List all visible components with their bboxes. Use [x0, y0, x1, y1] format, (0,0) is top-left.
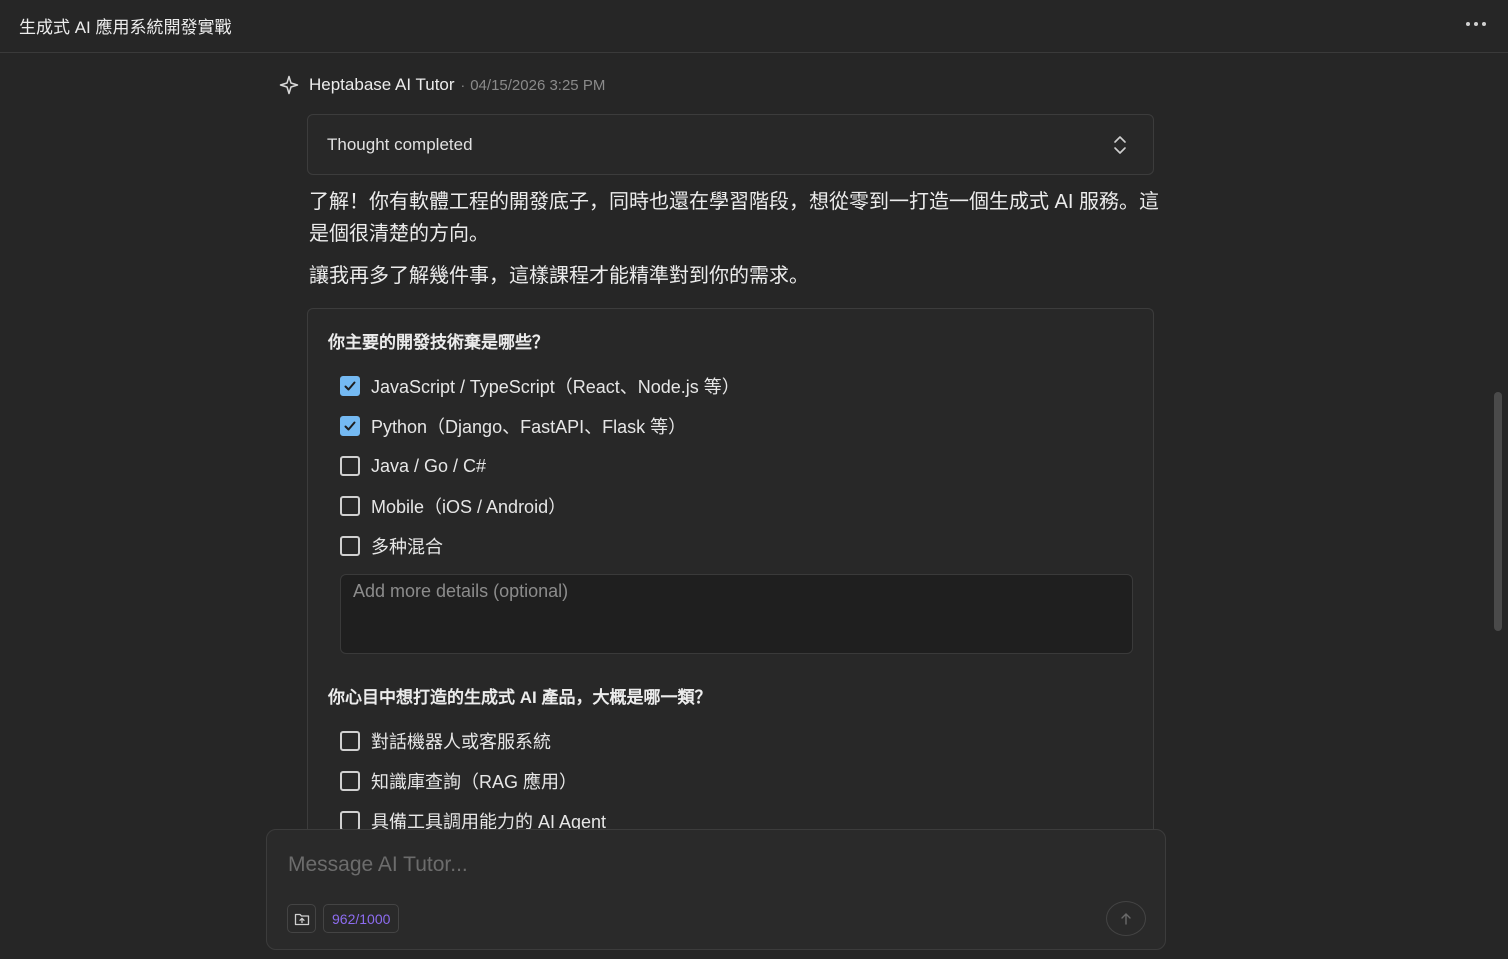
meta-separator: ·: [460, 77, 466, 93]
arrow-up-icon: [1121, 912, 1131, 925]
details-textarea[interactable]: [340, 574, 1133, 654]
top-bar: 生成式 AI 應用系統開發實戰: [0, 0, 1508, 53]
checkbox[interactable]: [340, 536, 360, 556]
more-horizontal-icon-dot: [1482, 22, 1486, 26]
option-rag[interactable]: 知識庫查詢（RAG 應用）: [340, 769, 577, 793]
checkmark-icon: [344, 381, 356, 391]
checkmark-icon: [344, 421, 356, 431]
thought-toggle[interactable]: Thought completed: [307, 114, 1154, 175]
message-header: Heptabase AI Tutor · 04/15/2026 3:25 PM: [279, 72, 605, 98]
option-mobile[interactable]: Mobile（iOS / Android）: [340, 494, 566, 518]
checkbox[interactable]: [340, 771, 360, 791]
question-form: 你主要的開發技術棄是哪些？ JavaScript / TypeScript（Re…: [307, 308, 1154, 848]
more-horizontal-icon-dot: [1474, 22, 1478, 26]
attach-button[interactable]: [287, 904, 316, 933]
option-label: Python（Django、FastAPI、Flask 等）: [371, 417, 687, 437]
sparkle-icon: [279, 75, 299, 95]
checkbox-checked[interactable]: [340, 416, 360, 436]
page-title: 生成式 AI 應用系統開發實戰: [19, 18, 232, 37]
more-options-button[interactable]: [1462, 14, 1490, 34]
message-paragraph: 讓我再多了解幾件事，這樣課程才能精準對到你的需求。: [309, 265, 809, 287]
option-java-go-csharp[interactable]: Java / Go / C#: [340, 454, 486, 478]
char-counter: 962/1000: [323, 904, 400, 933]
checkbox[interactable]: [340, 496, 360, 516]
message-timestamp: 04/15/2026 3:25 PM: [470, 76, 606, 94]
message-author: Heptabase AI Tutor: [309, 75, 455, 94]
option-javascript[interactable]: JavaScript / TypeScript（React、Node.js 等）: [340, 374, 740, 398]
checkbox[interactable]: [340, 811, 360, 831]
message-input[interactable]: [288, 850, 1108, 880]
option-label: 知識庫查詢（RAG 應用）: [371, 772, 578, 792]
checkbox[interactable]: [340, 731, 360, 751]
option-label: Java / Go / C#: [371, 455, 487, 476]
option-mixed[interactable]: 多种混合: [340, 534, 443, 558]
more-horizontal-icon: [1466, 22, 1470, 26]
folder-upload-icon: [294, 913, 309, 925]
checkbox[interactable]: [340, 456, 360, 476]
message-body: 了解！你有軟體工程的開發底子，同時也還在學習階段，想從零到一打造一個生成式 AI…: [309, 186, 1159, 302]
option-label: Mobile（iOS / Android）: [371, 497, 567, 517]
thought-label: Thought completed: [327, 134, 473, 154]
option-label: 多种混合: [371, 537, 443, 557]
send-button[interactable]: [1106, 901, 1146, 936]
question-title: 你心目中想打造的生成式 AI 產品，大概是哪一類？: [328, 688, 712, 707]
option-chatbot[interactable]: 對話機器人或客服系統: [340, 729, 551, 753]
chevron-up-down-icon: [1114, 135, 1126, 154]
checkbox-checked[interactable]: [340, 376, 360, 396]
message-paragraph: 了解！你有軟體工程的開發底子，同時也還在學習階段，想從零到一打造一個生成式 AI…: [309, 191, 1160, 245]
option-label: JavaScript / TypeScript（React、Node.js 等）: [371, 377, 740, 397]
question-title: 你主要的開發技術棄是哪些？: [328, 333, 549, 352]
scrollbar-thumb[interactable]: [1494, 392, 1502, 631]
option-label: 對話機器人或客服系統: [371, 732, 551, 752]
message-composer: 962/1000: [266, 829, 1166, 950]
option-python[interactable]: Python（Django、FastAPI、Flask 等）: [340, 414, 686, 438]
